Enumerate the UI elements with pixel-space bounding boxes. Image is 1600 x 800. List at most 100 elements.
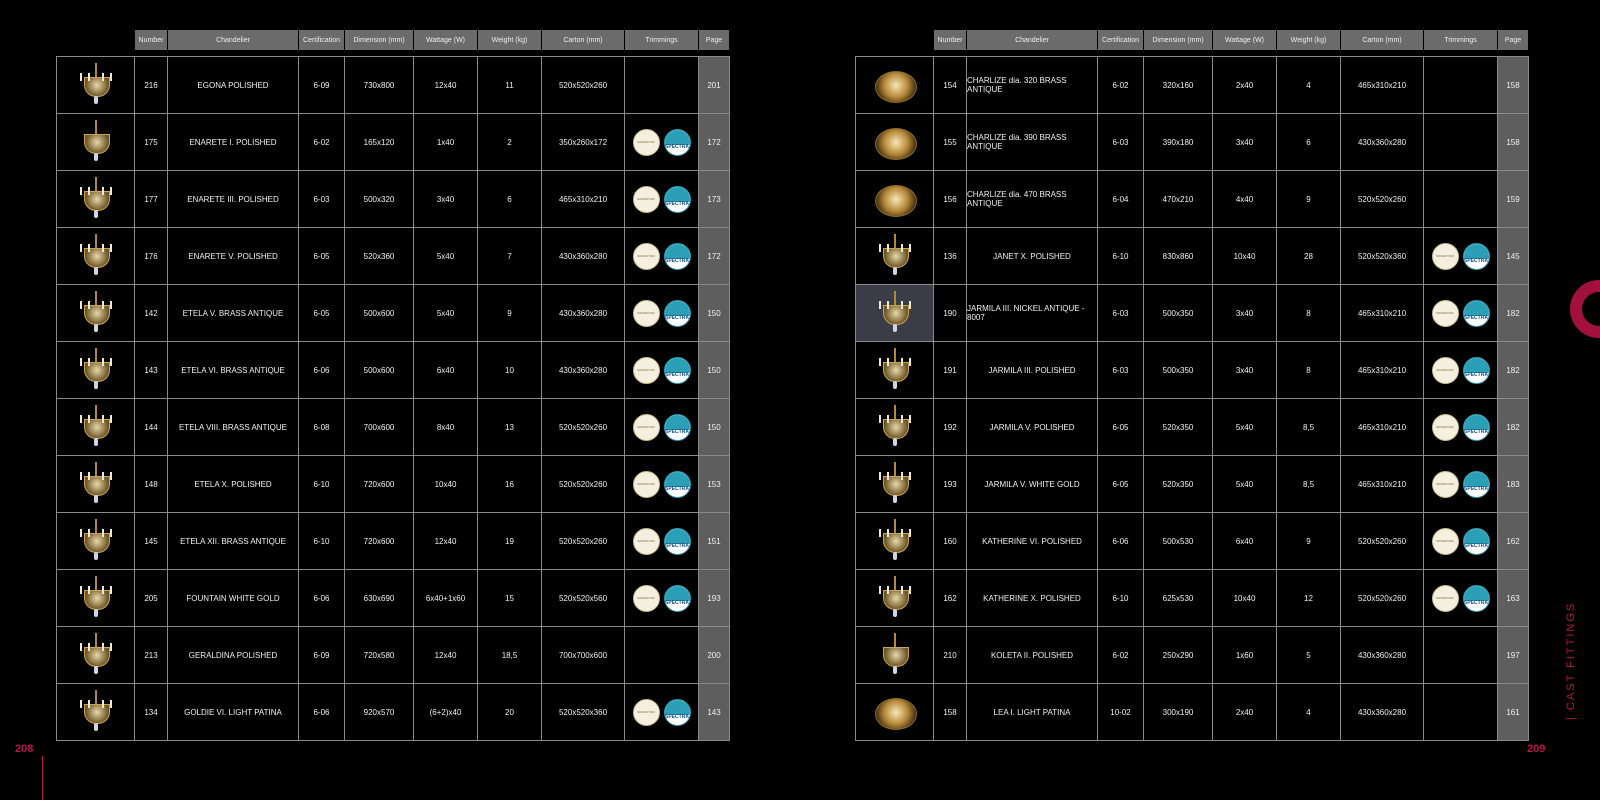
hanging-chain: [94, 291, 97, 305]
candle-arm: [79, 244, 82, 252]
chandelier-icon: [76, 348, 116, 392]
cell-weight: 4: [1277, 57, 1341, 114]
cell-dimension: 830x860: [1144, 228, 1213, 285]
cell-weight: 16: [478, 456, 542, 513]
crystal-brand-badge-icon: SWAROVSKI: [632, 242, 660, 270]
candle-arm: [900, 529, 903, 537]
cell-image: [856, 114, 934, 171]
hanging-chain: [893, 291, 896, 305]
candle-arm: [87, 244, 90, 252]
cell-weight: 8,5: [1277, 456, 1341, 513]
candle-arm: [79, 529, 82, 537]
cell-name: KOLETA II. POLISHED: [967, 627, 1098, 684]
crystal-drop: [93, 609, 98, 617]
crystal-drop: [892, 609, 897, 617]
candle-arm: [101, 700, 104, 708]
cell-dimension: 300x190: [1144, 684, 1213, 741]
cell-carton: 520x520x260: [1341, 513, 1424, 570]
cell-carton: 465x310x210: [1341, 456, 1424, 513]
table-row: 156 CHARLIZE dia. 470 BRASS ANTIQUE 6-04 47…: [856, 171, 1529, 228]
candle-arm: [101, 415, 104, 423]
candle-arm: [109, 358, 112, 366]
cell-wattage: 2x40: [1213, 684, 1277, 741]
cell-dimension: 720x600: [345, 456, 414, 513]
crystal-brand-badge-icon: SWAROVSKI: [632, 356, 660, 384]
trimmings-badges: SWAROVSKI SPECTRA: [1431, 299, 1490, 327]
cell-page: 182: [1498, 342, 1529, 399]
cell-carton: 465x310x210: [1341, 285, 1424, 342]
cell-carton: 465x310x210: [1341, 57, 1424, 114]
cell-wattage: 1x60: [1213, 627, 1277, 684]
trimmings-badges: SWAROVSKI SPECTRA: [1431, 584, 1490, 612]
candle-arm: [900, 472, 903, 480]
cell-image: [856, 342, 934, 399]
cell-number: 160: [934, 513, 967, 570]
candle-arm: [878, 244, 881, 252]
spectra-badge-icon: SPECTRA: [663, 584, 691, 612]
cell-wattage: 6x40: [1213, 513, 1277, 570]
crystal-drop: [892, 552, 897, 560]
crystal-drop: [93, 723, 98, 731]
cell-certification: 6-06: [1098, 513, 1144, 570]
candle-arm: [101, 73, 104, 81]
hanging-chain: [94, 576, 97, 590]
candle-arm: [101, 472, 104, 480]
cell-certification: 6-08: [299, 399, 345, 456]
cell-trimmings: [1424, 114, 1498, 171]
cell-image: [57, 57, 135, 114]
crystal-brand-badge-icon: SWAROVSKI: [1431, 470, 1459, 498]
hanging-chain: [893, 519, 896, 533]
crystal-drop: [93, 153, 98, 161]
header-number: Number: [933, 30, 966, 50]
cell-wattage: 4x40: [1213, 171, 1277, 228]
crystal-drop: [892, 267, 897, 275]
cell-wattage: 3x40: [1213, 114, 1277, 171]
cell-trimmings: SWAROVSKI SPECTRA: [1424, 285, 1498, 342]
cell-trimmings: SWAROVSKI SPECTRA: [625, 342, 699, 399]
hanging-chain: [94, 690, 97, 704]
cell-name: FOUNTAIN WHITE GOLD: [168, 570, 299, 627]
candle-arm: [109, 73, 112, 81]
cell-number: 175: [135, 114, 168, 171]
cell-wattage: 6x40: [414, 342, 478, 399]
trimmings-badges: SWAROVSKI SPECTRA: [632, 242, 691, 270]
cell-name: KATHERINE X. POLISHED: [967, 570, 1098, 627]
cell-page: 193: [699, 570, 730, 627]
cell-weight: 9: [478, 285, 542, 342]
cell-image: [57, 285, 135, 342]
crystal-brand-badge-icon: SWAROVSKI: [632, 698, 660, 726]
cell-number: 162: [934, 570, 967, 627]
header-name: Chandelier: [966, 30, 1097, 50]
cell-wattage: 5x40: [1213, 399, 1277, 456]
cell-dimension: 320x160: [1144, 57, 1213, 114]
candle-arm: [878, 358, 881, 366]
candle-arm: [908, 472, 911, 480]
cell-image: [856, 57, 934, 114]
cell-carton: 520x520x360: [1341, 228, 1424, 285]
header-page: Page: [698, 30, 729, 50]
cell-carton: 465x310x210: [1341, 342, 1424, 399]
candle-arm: [900, 358, 903, 366]
spectra-badge-icon: SPECTRA: [1462, 584, 1490, 612]
cell-trimmings: SWAROVSKI SPECTRA: [625, 171, 699, 228]
bowl-dish-shape: [874, 128, 917, 160]
cell-certification: 6-03: [299, 171, 345, 228]
cell-name: GOLDIE VI. LIGHT PATINA: [168, 684, 299, 741]
spectra-badge-icon: SPECTRA: [1462, 413, 1490, 441]
candle-arm: [79, 73, 82, 81]
cell-weight: 8: [1277, 285, 1341, 342]
candle-arm: [878, 415, 881, 423]
cell-carton: 465x310x210: [542, 171, 625, 228]
candle-arm: [908, 244, 911, 252]
cell-certification: 6-05: [299, 228, 345, 285]
cell-image: [856, 684, 934, 741]
crystal-brand-badge-icon: SWAROVSKI: [1431, 527, 1459, 555]
cell-weight: 2: [478, 114, 542, 171]
cell-weight: 28: [1277, 228, 1341, 285]
cell-image: [856, 228, 934, 285]
bowl-dish-shape: [874, 185, 917, 217]
trimmings-badges: SWAROVSKI SPECTRA: [632, 470, 691, 498]
cell-certification: 6-09: [299, 627, 345, 684]
cell-weight: 8,5: [1277, 399, 1341, 456]
table-row: 144 ETELA VIII. BRASS ANTIQUE 6-08 700x600 8…: [57, 399, 730, 456]
